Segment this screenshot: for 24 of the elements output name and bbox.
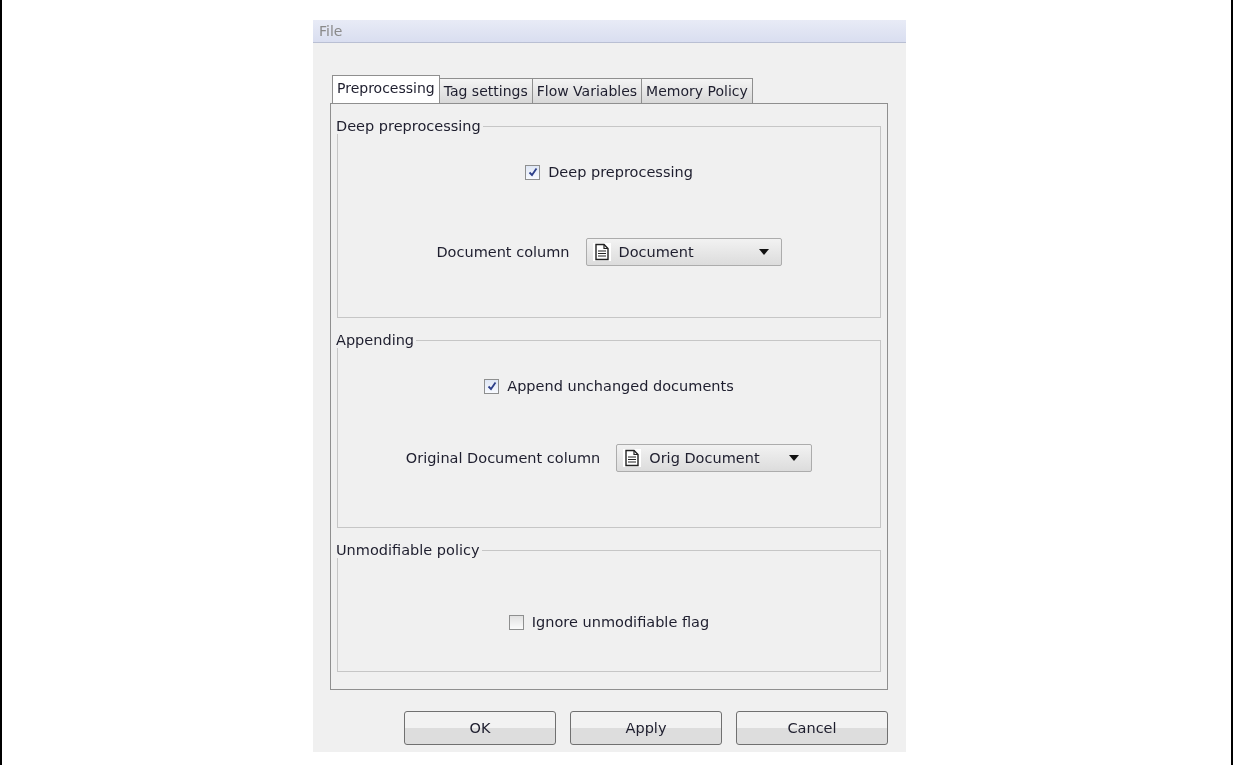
field-label: Document column [436,244,570,260]
dialog-button[interactable]: Cancel [736,711,888,745]
tab[interactable]: Tag settings [438,78,533,103]
tab[interactable]: Flow Variables [531,78,643,103]
caret-icon [789,455,800,461]
tab[interactable]: Preprocessing [332,75,440,103]
checkbox[interactable] [508,614,524,630]
dialog-button[interactable]: Apply [570,711,722,745]
tab[interactable]: Memory Policy [641,78,753,103]
checkbox-label: Ignore unmodifiable flag [531,614,710,630]
group-title: Unmodifiable policy [335,542,481,558]
column-dropdown[interactable]: Document [585,238,782,266]
document-icon [623,449,642,467]
document-icon [592,243,611,261]
checkbox[interactable] [484,378,500,394]
group-title: Deep preprocessing [335,118,482,134]
dialog-button[interactable]: OK [404,711,556,745]
caret-icon [758,249,769,255]
checkbox-label: Append unchanged documents [507,378,734,394]
column-dropdown[interactable]: Orig Document [616,444,813,472]
checkbox[interactable] [525,164,541,180]
group-title: Appending [335,332,416,348]
field-label: Original Document column [405,450,601,466]
checkbox-label: Deep preprocessing [548,164,693,180]
